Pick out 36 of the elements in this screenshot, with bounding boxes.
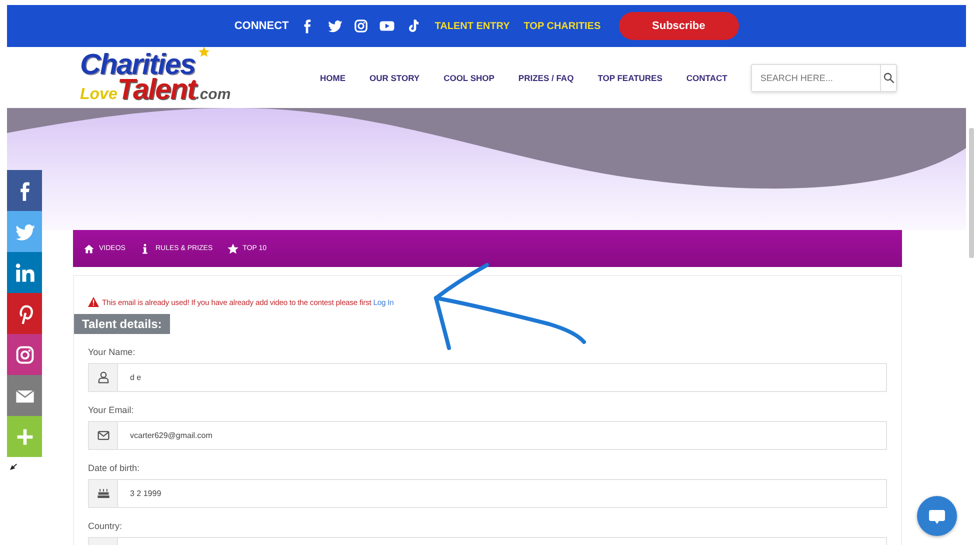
envelope-icon [96, 429, 110, 442]
warning-icon [88, 297, 99, 307]
play-icon[interactable] [378, 18, 395, 34]
chat-button[interactable] [917, 496, 957, 536]
section-title: Talent details: [74, 314, 170, 334]
nav-link[interactable]: CONTACT [686, 72, 728, 82]
search-icon[interactable] [882, 72, 895, 84]
instagram-icon[interactable] [14, 344, 36, 366]
field-label: Your Email: [87, 405, 135, 415]
star-icon[interactable] [226, 242, 239, 254]
person-icon [96, 371, 110, 384]
field-label: Your Name: [87, 347, 136, 357]
search-field[interactable]: SEARCH HERE... [751, 64, 898, 92]
nav-link[interactable]: TOP FEATURES [598, 72, 662, 82]
top-bar-link[interactable]: TOP CHARITIES [524, 20, 601, 32]
star-icon [198, 46, 210, 58]
collapse-arrow-icon[interactable] [10, 463, 17, 470]
instagram-icon[interactable] [352, 18, 369, 34]
input-field[interactable]: d e [118, 363, 887, 392]
input-field[interactable]: vcarter629@gmail.com [118, 421, 887, 450]
nav-link[interactable]: HOME [320, 72, 346, 82]
top-bar-link[interactable]: TALENT ENTRY [434, 20, 510, 32]
cake-icon [96, 487, 110, 500]
twitter-icon[interactable] [326, 18, 343, 34]
scrollbar[interactable] [969, 128, 974, 258]
nav-link[interactable]: COOL SHOP [444, 72, 494, 82]
connect-label: CONNECT [234, 20, 289, 32]
logo-text: Love [80, 86, 118, 102]
linkedin-icon[interactable] [14, 262, 36, 284]
input-field[interactable]: 3 2 1999 [118, 479, 887, 508]
nav-link[interactable]: PRIZES / FAQ [518, 72, 574, 82]
field-label: Country: [87, 521, 124, 531]
nav-link[interactable]: OUR STORY [370, 72, 420, 82]
field-label: Date of birth: [87, 463, 141, 473]
subscribe-button[interactable]: Subscribe [618, 12, 739, 40]
house-icon[interactable] [83, 242, 95, 254]
